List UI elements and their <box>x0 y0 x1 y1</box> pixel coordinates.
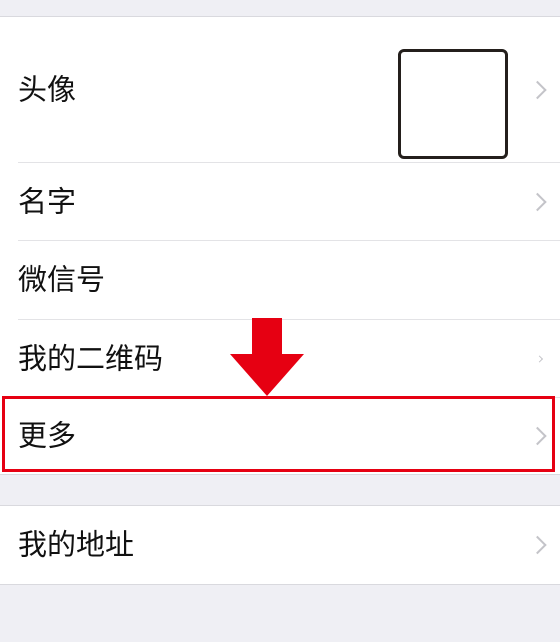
address-group: 我的地址 <box>0 505 560 585</box>
avatar-label: 头像 <box>18 72 77 106</box>
down-arrow-icon <box>230 318 304 396</box>
chevron-right-icon <box>528 80 547 99</box>
chevron-right-icon <box>528 192 547 211</box>
wechat-id-row[interactable]: 微信号 <box>0 241 560 319</box>
highlight-box <box>2 396 555 472</box>
qr-code-label: 我的二维码 <box>18 341 164 375</box>
my-address-label: 我的地址 <box>18 527 135 562</box>
avatar-row[interactable]: 头像 <box>0 17 560 162</box>
my-address-row[interactable]: 我的地址 <box>0 506 560 584</box>
chevron-right-icon <box>535 354 544 363</box>
wechat-id-label: 微信号 <box>18 262 106 297</box>
chevron-right-icon <box>528 535 547 555</box>
name-label: 名字 <box>18 184 77 218</box>
name-row[interactable]: 名字 <box>0 163 560 240</box>
avatar[interactable] <box>398 49 508 159</box>
